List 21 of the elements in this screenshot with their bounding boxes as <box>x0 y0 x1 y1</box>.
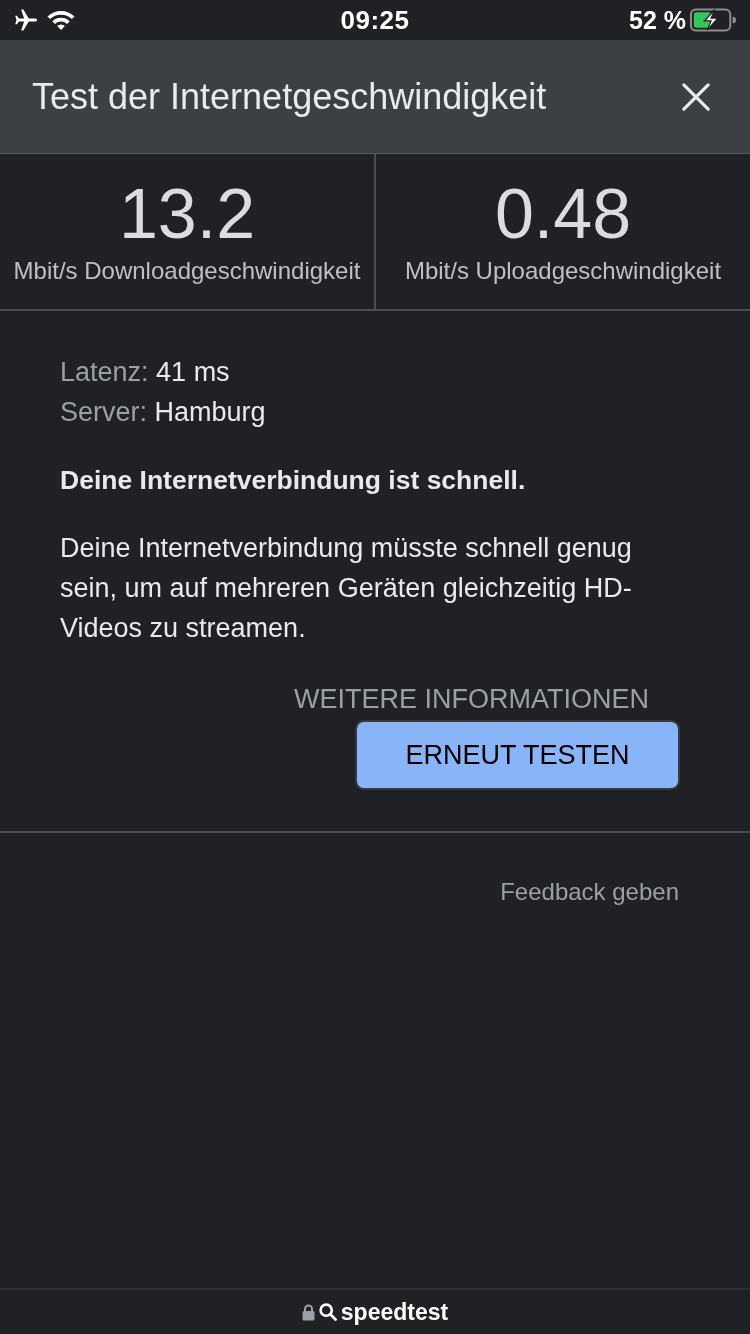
description-text: Deine Internetverbindung müsste schnell genug sein, um auf mehreren Geräten gleichzeitig HD-Videos zu streamen. <box>60 532 633 645</box>
speed-label: Mbit/s Uploadgeschwindigkeit <box>404 255 722 286</box>
airplane-icon <box>14 9 38 31</box>
speed-label: Mbit/s Downloadgeschwindigkeit <box>13 255 361 286</box>
search-icon <box>318 1303 337 1321</box>
feedback-link[interactable]: Feedback geben <box>500 874 679 910</box>
wifi-icon <box>46 9 76 31</box>
detail-label: Latenz: <box>60 357 149 387</box>
detail-label: Server: <box>60 397 148 427</box>
detail-value: Hamburg <box>154 397 266 427</box>
speed-value: 13.2 <box>118 178 256 249</box>
site-name: speedtest <box>340 1297 449 1327</box>
retest-button[interactable]: ERNEUT TESTEN <box>355 720 680 790</box>
battery-percentage: 52 % <box>629 7 686 33</box>
verdict-text: Deine Internetverbindung ist schnell. <box>60 464 527 497</box>
detail-value: 41 ms <box>156 357 230 387</box>
page-title: Test der Internetgeschwindigkeit <box>32 74 547 119</box>
status-time: 09:25 <box>340 7 410 33</box>
speed-value: 0.48 <box>494 178 632 249</box>
close-icon[interactable] <box>682 82 710 111</box>
more-info-link[interactable]: WEITERE INFORMATIONEN <box>294 684 649 714</box>
